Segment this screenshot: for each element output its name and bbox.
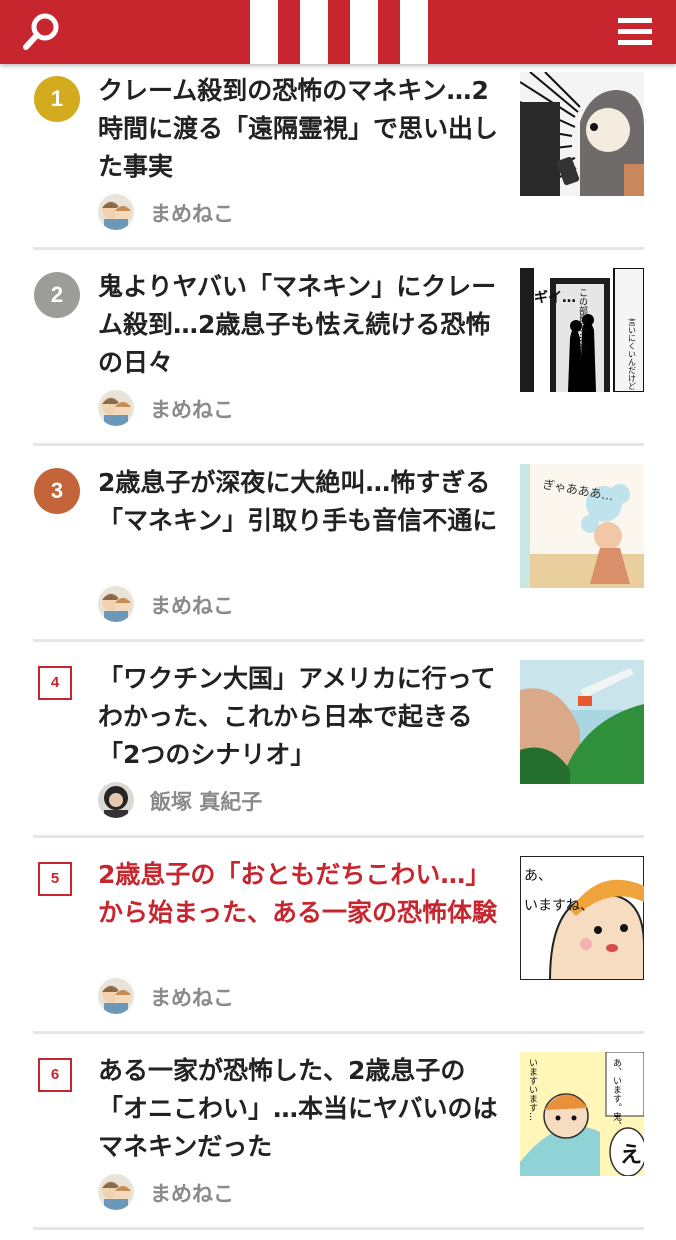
- rank-badge: 6: [38, 1058, 72, 1092]
- article-title[interactable]: ある一家が恐怖した、2歳息子の「オニこわい」…本当にヤバいのはマネキンだった: [98, 1052, 498, 1166]
- divider: [33, 1031, 644, 1034]
- top-header-bar: [0, 0, 676, 64]
- list-item[interactable]: 1 クレーム殺到の恐怖のマネキン…2時間に渡る「遠隔霊視」で思い出した事実 まめ…: [0, 64, 676, 260]
- author-name: 飯塚 真紀子: [150, 790, 263, 814]
- avatar: [98, 1174, 134, 1210]
- avatar: [98, 978, 134, 1014]
- divider: [33, 1227, 644, 1230]
- avatar: [98, 782, 134, 818]
- article-title[interactable]: クレーム殺到の恐怖のマネキン…2時間に渡る「遠隔霊視」で思い出した事実: [98, 72, 498, 186]
- author-name: まめねこ: [150, 398, 234, 422]
- list-item[interactable]: 6 ある一家が恐怖した、2歳息子の「オニこわい」…本当にヤバいのはマネキンだった…: [0, 1044, 676, 1240]
- article-thumbnail[interactable]: あ、 いますね、: [520, 856, 644, 980]
- article-thumbnail[interactable]: ギイ… この部屋の…ね… 言いにくいんだけど: [520, 268, 644, 392]
- article-thumbnail[interactable]: [520, 72, 644, 196]
- author-name: まめねこ: [150, 1182, 234, 1206]
- avatar: [98, 390, 134, 426]
- list-item[interactable]: 3 2歳息子が深夜に大絶叫…怖すぎる「マネキン」引取り手も音信不通に まめねこ …: [0, 456, 676, 652]
- author-name: まめねこ: [150, 594, 234, 618]
- article-thumbnail[interactable]: [520, 660, 644, 784]
- list-item[interactable]: 4 「ワクチン大国」アメリカに行ってわかった、これから日本で起きる「2つのシナリ…: [0, 652, 676, 848]
- article-thumbnail[interactable]: あ、います。鬼、 いますいます… え: [520, 1052, 644, 1176]
- menu-button[interactable]: [612, 12, 658, 52]
- list-item[interactable]: 2 鬼よりヤバい「マネキン」にクレーム殺到…2歳息子も怯え続ける恐怖の日々 まめ…: [0, 260, 676, 456]
- svg-text:この部屋の…ね…: この部屋の…ね…: [577, 288, 588, 360]
- search-button[interactable]: [18, 10, 66, 54]
- divider: [33, 639, 644, 642]
- divider: [33, 247, 644, 250]
- article-thumbnail[interactable]: ぎゃあああ…: [520, 464, 644, 588]
- svg-text:ギイ…: ギイ…: [534, 289, 576, 306]
- article-title[interactable]: 「ワクチン大国」アメリカに行ってわかった、これから日本で起きる「2つのシナリオ」: [98, 660, 498, 774]
- site-logo[interactable]: [250, 0, 428, 64]
- rank-badge: 1: [34, 76, 80, 122]
- rank-badge: 4: [38, 666, 72, 700]
- svg-text:言いにくいんだけど: 言いにくいんだけど: [628, 317, 637, 390]
- list-item[interactable]: 5 2歳息子の「おともだちこわい…」から始まった、ある一家の恐怖体験 まめねこ …: [0, 848, 676, 1044]
- svg-text:あ、います。鬼、: あ、います。鬼、: [611, 1058, 622, 1130]
- rank-badge: 3: [34, 468, 80, 514]
- rank-badge: 5: [38, 862, 72, 896]
- article-title[interactable]: 鬼よりヤバい「マネキン」にクレーム殺到…2歳息子も怯え続ける恐怖の日々: [98, 268, 498, 382]
- author-name: まめねこ: [150, 986, 234, 1010]
- avatar: [98, 194, 134, 230]
- svg-text:いますいます…: いますいます…: [527, 1058, 538, 1121]
- search-icon: [23, 13, 59, 50]
- hamburger-menu-icon: [618, 18, 652, 45]
- author-name: まめねこ: [150, 202, 234, 226]
- svg-text:え: え: [620, 1143, 642, 1168]
- divider: [33, 443, 644, 446]
- stripes-logo-icon: [250, 0, 428, 64]
- divider: [33, 835, 644, 838]
- avatar: [98, 586, 134, 622]
- svg-text:あ、: あ、: [524, 868, 552, 884]
- rank-badge: 2: [34, 272, 80, 318]
- svg-text:いますね、: いますね、: [524, 898, 594, 914]
- article-title[interactable]: 2歳息子が深夜に大絶叫…怖すぎる「マネキン」引取り手も音信不通に: [98, 464, 498, 540]
- article-title[interactable]: 2歳息子の「おともだちこわい…」から始まった、ある一家の恐怖体験: [98, 856, 498, 932]
